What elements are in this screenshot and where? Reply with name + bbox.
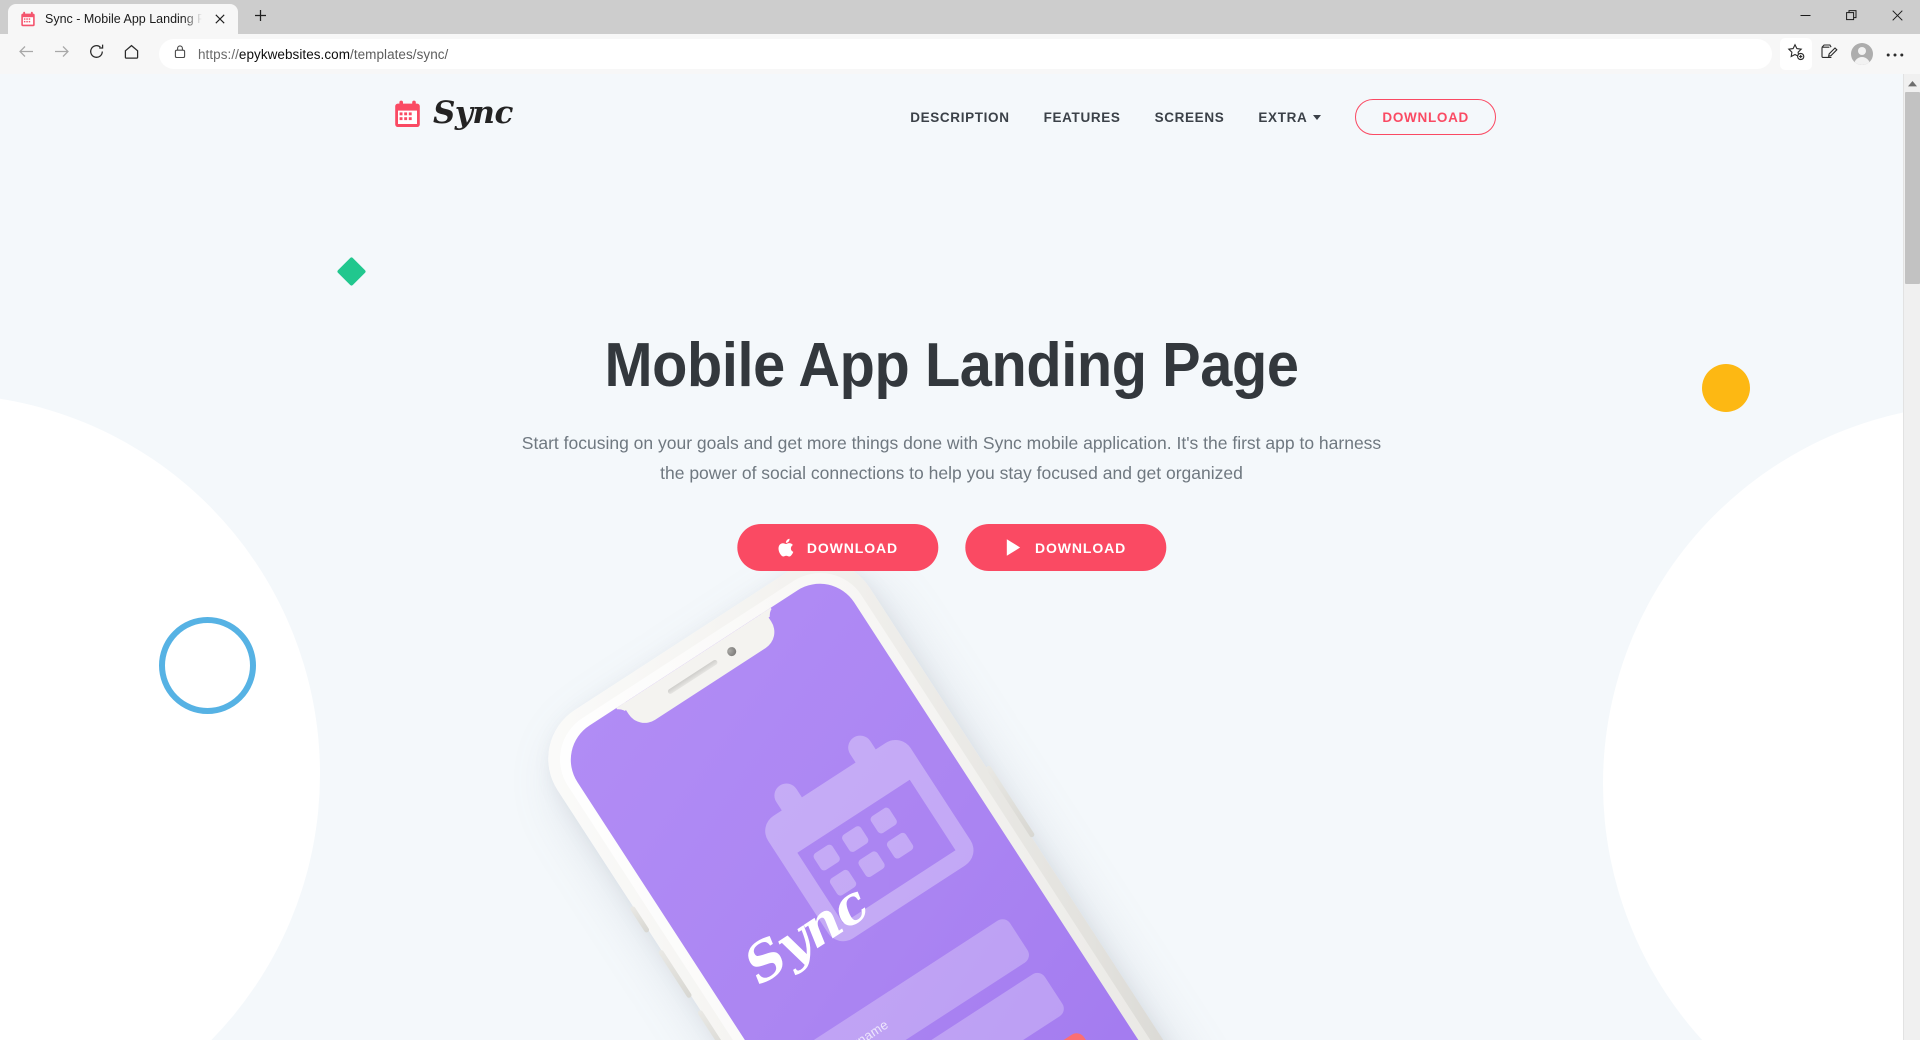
reload-button[interactable] xyxy=(79,38,113,70)
close-icon xyxy=(1891,8,1903,26)
browser-title-bar: Sync - Mobile App Landing Page xyxy=(0,0,1920,34)
download-app-store-label: DOWNLOAD xyxy=(806,539,898,556)
url-path: /templates/sync/ xyxy=(350,46,449,62)
site-logo-text: Sync xyxy=(433,95,513,131)
download-app-store-button[interactable]: DOWNLOAD xyxy=(736,524,938,571)
browser-toolbar: https://epykwebsites.com/templates/sync/ xyxy=(0,34,1920,74)
hero-button-group: DOWNLOAD DOWNLOAD xyxy=(736,524,1167,571)
home-button[interactable] xyxy=(114,38,148,70)
nav-item-extra[interactable]: EXTRA xyxy=(1241,110,1335,125)
nav-download-button[interactable]: DOWNLOAD xyxy=(1355,99,1496,135)
minimize-button[interactable] xyxy=(1782,0,1828,34)
tab-strip: Sync - Mobile App Landing Page xyxy=(0,0,275,34)
background-circle-left xyxy=(0,394,320,1040)
reload-icon xyxy=(88,43,105,65)
restore-button[interactable] xyxy=(1828,0,1874,34)
collections-button[interactable] xyxy=(1813,38,1845,70)
lock-icon xyxy=(173,44,187,64)
collections-icon xyxy=(1820,42,1839,66)
apple-icon xyxy=(777,538,794,558)
phone-front-camera xyxy=(725,645,738,658)
home-icon xyxy=(123,43,140,65)
download-play-store-label: DOWNLOAD xyxy=(1035,539,1127,556)
page-title: Mobile App Landing Page xyxy=(604,331,1299,400)
close-icon[interactable] xyxy=(211,10,229,28)
nav-item-description[interactable]: DESCRIPTION xyxy=(893,110,1026,125)
browser-tab[interactable]: Sync - Mobile App Landing Page xyxy=(8,4,238,34)
url-host: epykwebsites.com xyxy=(238,46,351,62)
background-circle-right xyxy=(1603,404,1903,1040)
minimize-icon xyxy=(1800,8,1811,26)
close-button[interactable] xyxy=(1874,0,1920,34)
phone-device: Sync Username Password LOGIN xyxy=(526,539,1252,1040)
new-tab-button[interactable] xyxy=(245,3,275,33)
more-button[interactable] xyxy=(1879,38,1911,70)
arrow-left-icon xyxy=(18,43,35,65)
profile-avatar-icon xyxy=(1851,43,1873,65)
chevron-down-icon xyxy=(1313,114,1322,120)
play-store-icon xyxy=(1005,538,1022,557)
nav-item-extra-label: EXTRA xyxy=(1258,109,1308,125)
chevron-up-icon xyxy=(1908,74,1917,92)
nav-item-screens[interactable]: SCREENS xyxy=(1138,110,1242,125)
scrollbar-thumb[interactable] xyxy=(1905,92,1920,284)
browser-window: Sync - Mobile App Landing Page xyxy=(0,0,1920,1040)
green-diamond-decoration xyxy=(336,256,367,287)
calendar-icon xyxy=(20,11,36,27)
forward-button[interactable] xyxy=(44,38,78,70)
address-bar-url: https://epykwebsites.com/templates/sync/ xyxy=(198,47,1762,62)
back-button[interactable] xyxy=(9,38,43,70)
nav-item-features[interactable]: FEATURES xyxy=(1027,110,1138,125)
site-logo[interactable]: Sync xyxy=(394,98,513,129)
download-play-store-button[interactable]: DOWNLOAD xyxy=(965,524,1167,571)
page-scrollbar[interactable] xyxy=(1903,74,1920,1040)
page-viewport: Sync DESCRIPTION FEATURES SCREENS EXTRA … xyxy=(0,74,1920,1040)
url-scheme: https:// xyxy=(198,46,239,62)
profile-button[interactable] xyxy=(1846,38,1878,70)
star-add-icon xyxy=(1787,42,1805,66)
phone-mockup: Sync Username Password LOGIN xyxy=(498,539,1398,1040)
blue-ring-decoration xyxy=(159,617,256,714)
ellipsis-icon xyxy=(1886,45,1904,63)
calendar-icon xyxy=(394,100,421,128)
window-controls xyxy=(1782,0,1920,34)
favorite-button[interactable] xyxy=(1780,38,1812,70)
plus-icon xyxy=(254,9,267,27)
site-navigation: DESCRIPTION FEATURES SCREENS EXTRA DOWNL… xyxy=(893,99,1496,135)
tab-title: Sync - Mobile App Landing Page xyxy=(45,12,202,26)
arrow-right-icon xyxy=(53,43,70,65)
address-bar[interactable]: https://epykwebsites.com/templates/sync/ xyxy=(159,39,1772,69)
scrollbar-up-button[interactable] xyxy=(1904,74,1920,91)
restore-icon xyxy=(1845,8,1857,26)
landing-page: Sync DESCRIPTION FEATURES SCREENS EXTRA … xyxy=(0,74,1903,1040)
site-header: Sync DESCRIPTION FEATURES SCREENS EXTRA … xyxy=(0,74,1903,160)
hero-subtitle: Start focusing on your goals and get mor… xyxy=(521,433,1382,484)
